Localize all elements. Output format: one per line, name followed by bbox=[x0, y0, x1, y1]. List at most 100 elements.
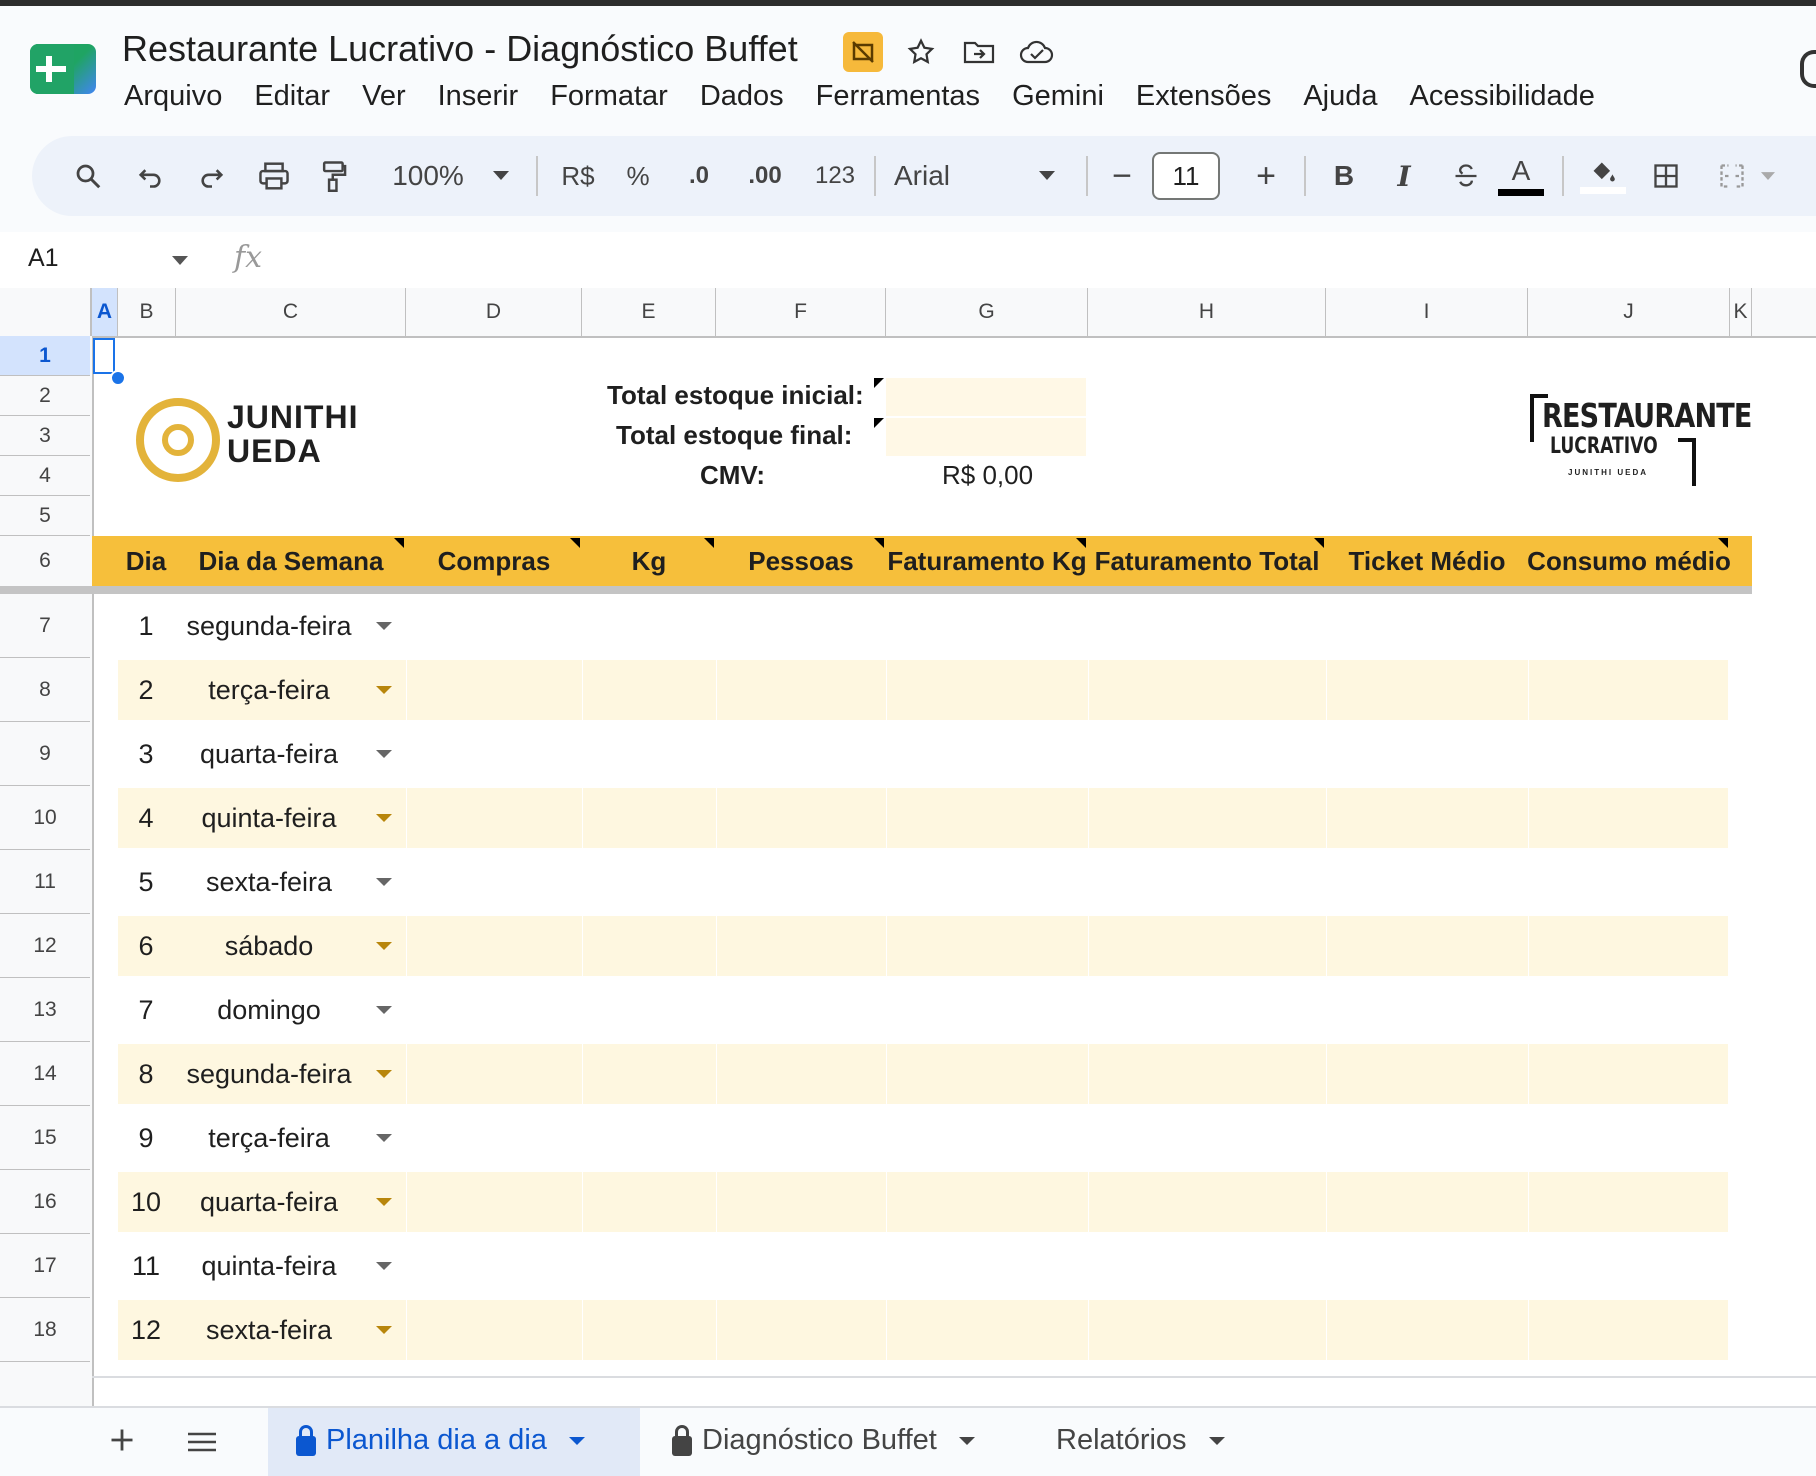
row-header-18[interactable]: 18 bbox=[0, 1298, 90, 1362]
column-header-a[interactable]: A bbox=[92, 288, 118, 336]
menu-arquivo[interactable]: Arquivo bbox=[124, 80, 222, 113]
cell-dia[interactable]: 5 bbox=[118, 850, 174, 914]
column-header-k[interactable]: K bbox=[1730, 288, 1752, 336]
name-box-chevron-down-icon[interactable] bbox=[172, 256, 188, 265]
cell-dia[interactable]: 4 bbox=[118, 786, 174, 850]
row-header-8[interactable]: 8 bbox=[0, 658, 90, 722]
dropdown-chevron-down-icon[interactable] bbox=[376, 1006, 392, 1014]
cell-dia[interactable]: 3 bbox=[118, 722, 174, 786]
no-edit-badge-icon[interactable] bbox=[843, 32, 883, 72]
header-faturamento-total[interactable]: Faturamento Total bbox=[1088, 536, 1326, 586]
total-estoque-inicial-input[interactable] bbox=[886, 378, 1086, 416]
column-header-d[interactable]: D bbox=[406, 288, 582, 336]
dropdown-chevron-down-icon[interactable] bbox=[376, 622, 392, 630]
dropdown-chevron-down-icon[interactable] bbox=[376, 942, 392, 950]
increase-decimal-button[interactable]: .00 bbox=[738, 136, 792, 216]
row-header-2[interactable]: 2 bbox=[0, 376, 90, 416]
row-header-11[interactable]: 11 bbox=[0, 850, 90, 914]
cell-dia[interactable]: 2 bbox=[118, 658, 174, 722]
cell-dia-da-semana[interactable]: sexta-feira bbox=[176, 1298, 362, 1362]
menu-extensoes[interactable]: Extensões bbox=[1136, 80, 1271, 113]
strikethrough-icon[interactable] bbox=[1446, 136, 1486, 216]
paint-format-icon[interactable] bbox=[314, 136, 354, 216]
menu-dados[interactable]: Dados bbox=[700, 80, 784, 113]
cell-dia-da-semana[interactable]: quarta-feira bbox=[176, 1170, 362, 1234]
cell-dia-da-semana[interactable]: sexta-feira bbox=[176, 850, 362, 914]
row-header-4[interactable]: 4 bbox=[0, 456, 90, 496]
menu-formatar[interactable]: Formatar bbox=[550, 80, 668, 113]
comment-marker[interactable] bbox=[874, 538, 884, 548]
header-dia-da-semana[interactable]: Dia da Semana bbox=[176, 536, 406, 586]
header-compras[interactable]: Compras bbox=[406, 536, 582, 586]
dropdown-chevron-down-icon[interactable] bbox=[376, 878, 392, 886]
font-size-decrease-button[interactable]: − bbox=[1104, 136, 1140, 216]
fill-handle[interactable] bbox=[110, 370, 126, 386]
comment-marker[interactable] bbox=[570, 538, 580, 548]
comment-marker[interactable] bbox=[1076, 538, 1086, 548]
currency-format-button[interactable]: R$ bbox=[556, 136, 600, 216]
dropdown-chevron-down-icon[interactable] bbox=[376, 1262, 392, 1270]
borders-icon[interactable] bbox=[1646, 136, 1686, 216]
chevron-down-icon[interactable] bbox=[1208, 1436, 1225, 1445]
cell-dia-da-semana[interactable]: quinta-feira bbox=[176, 786, 362, 850]
row-header-14[interactable]: 14 bbox=[0, 1042, 90, 1106]
merge-cells-icon[interactable] bbox=[1712, 136, 1752, 216]
chevron-down-icon[interactable] bbox=[958, 1436, 975, 1445]
chevron-down-icon[interactable] bbox=[568, 1436, 585, 1445]
merge-chevron-down-icon[interactable] bbox=[1758, 136, 1778, 216]
dropdown-chevron-down-icon[interactable] bbox=[376, 686, 392, 694]
menu-inserir[interactable]: Inserir bbox=[438, 80, 519, 113]
add-sheet-icon[interactable] bbox=[108, 1422, 136, 1463]
font-select[interactable]: Arial bbox=[894, 136, 984, 216]
dropdown-chevron-down-icon[interactable] bbox=[376, 750, 392, 758]
cell-dia[interactable]: 1 bbox=[118, 594, 174, 658]
dropdown-chevron-down-icon[interactable] bbox=[376, 1134, 392, 1142]
row-header-15[interactable]: 15 bbox=[0, 1106, 90, 1170]
cell-dia-da-semana[interactable]: quinta-feira bbox=[176, 1234, 362, 1298]
header-dia[interactable]: Dia bbox=[118, 536, 174, 586]
history-icon[interactable] bbox=[1800, 50, 1816, 88]
row-header-1[interactable]: 1 bbox=[0, 336, 90, 376]
column-header-i[interactable]: I bbox=[1326, 288, 1528, 336]
move-folder-icon[interactable] bbox=[959, 32, 999, 72]
cell-dia-da-semana[interactable]: quarta-feira bbox=[176, 722, 362, 786]
cloud-saved-icon[interactable] bbox=[1017, 32, 1057, 72]
redo-icon[interactable] bbox=[192, 136, 232, 216]
search-icon[interactable] bbox=[66, 136, 110, 216]
cell-dia[interactable]: 8 bbox=[118, 1042, 174, 1106]
row-header-7[interactable]: 7 bbox=[0, 594, 90, 658]
header-kg[interactable]: Kg bbox=[582, 536, 716, 586]
name-box[interactable]: A1 bbox=[28, 244, 59, 273]
column-header-j[interactable]: J bbox=[1528, 288, 1730, 336]
comment-marker[interactable] bbox=[394, 538, 404, 548]
cell-dia[interactable]: 7 bbox=[118, 978, 174, 1042]
document-title[interactable]: Restaurante Lucrativo - Diagnóstico Buff… bbox=[122, 28, 798, 70]
cell-dia[interactable]: 6 bbox=[118, 914, 174, 978]
tab-diagnostico-buffet[interactable]: Diagnóstico Buffet bbox=[672, 1424, 975, 1457]
font-size-input[interactable]: 11 bbox=[1152, 152, 1220, 200]
menu-editar[interactable]: Editar bbox=[254, 80, 330, 113]
zoom-select[interactable]: 100% bbox=[386, 136, 470, 216]
text-color-button[interactable]: A bbox=[1496, 136, 1546, 216]
menu-ferramentas[interactable]: Ferramentas bbox=[816, 80, 980, 113]
column-header-b[interactable]: B bbox=[118, 288, 176, 336]
spreadsheet-grid[interactable]: A B C D E F G H I J K 1 2 3 4 5 6 7 8 9 … bbox=[0, 288, 1816, 1408]
menu-ajuda[interactable]: Ajuda bbox=[1303, 80, 1377, 113]
fill-color-icon[interactable] bbox=[1578, 136, 1628, 216]
dropdown-chevron-down-icon[interactable] bbox=[376, 1198, 392, 1206]
select-all-corner[interactable] bbox=[0, 288, 92, 336]
comment-marker[interactable] bbox=[1314, 538, 1324, 548]
sheets-logo-icon[interactable] bbox=[30, 44, 96, 94]
cmv-value[interactable]: R$ 0,00 bbox=[942, 460, 1033, 491]
menu-gemini[interactable]: Gemini bbox=[1012, 80, 1104, 113]
menu-acessibilidade[interactable]: Acessibilidade bbox=[1410, 80, 1595, 113]
comment-marker[interactable] bbox=[874, 418, 884, 428]
row-header-12[interactable]: 12 bbox=[0, 914, 90, 978]
cell-dia-da-semana[interactable]: domingo bbox=[176, 978, 362, 1042]
total-estoque-final-input[interactable] bbox=[886, 418, 1086, 456]
comment-marker[interactable] bbox=[704, 538, 714, 548]
row-header-17[interactable]: 17 bbox=[0, 1234, 90, 1298]
italic-button[interactable]: I bbox=[1384, 136, 1424, 216]
cell-dia[interactable]: 12 bbox=[118, 1298, 174, 1362]
zoom-chevron-down-icon[interactable] bbox=[490, 136, 512, 216]
